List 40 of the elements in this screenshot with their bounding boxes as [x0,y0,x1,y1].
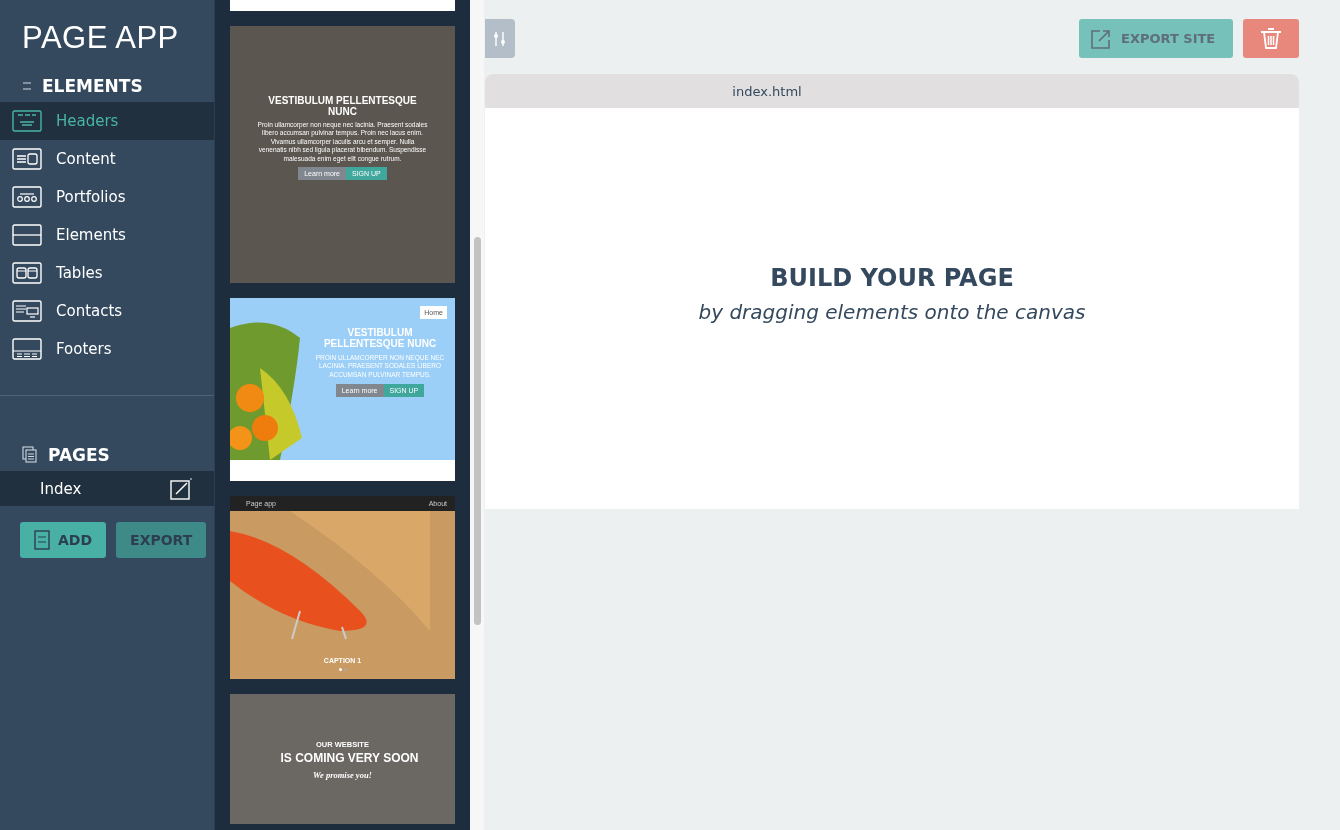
sliders-icon [493,30,507,47]
template-thumbnail[interactable] [230,0,455,11]
template-thumbnail[interactable] [230,26,455,283]
section-title: PAGES [48,445,110,465]
sidebar-item[interactable]: Footers [0,330,214,368]
content-layout-icon [12,148,42,170]
template-tagline: We promise you! [313,770,372,780]
pages-icon [22,446,38,464]
settings-button[interactable] [485,19,515,58]
app-logo: PAGE APP [21,19,180,57]
table-layout-icon [12,262,42,284]
sidebar-item[interactable]: Tables [0,254,214,292]
contact-layout-icon [12,300,42,322]
external-link-icon [1091,28,1111,49]
portfolio-layout-icon [12,186,42,208]
divider-layout-icon [12,224,42,246]
sidebar-item[interactable]: Portfolios [0,178,214,216]
sidebar-item[interactable]: Content [0,140,214,178]
sidebar-item[interactable]: Elements [0,216,214,254]
sidebar-item[interactable]: Contacts [0,292,214,330]
template-heading: VESTIBULUM PELLENTESQUE NUNC [267,96,418,117]
trash-icon [1260,27,1282,50]
page-item[interactable]: Index [0,471,214,506]
slide-dots-icon [338,668,347,671]
canvas-heading: BUILD YOUR PAGE [770,263,1014,292]
canvas-hint: by dragging elements onto the canvas [698,299,1086,324]
scrollbar[interactable] [470,0,484,830]
scrollbar-thumb[interactable] [473,237,481,625]
template-heading: IS COMING VERY SOON [279,751,419,765]
sidebar-item[interactable]: Headers [0,102,214,140]
document-icon [34,530,50,550]
delete-button[interactable] [1243,19,1299,58]
footer-layout-icon [12,338,42,360]
file-name: index.html [732,83,802,99]
edit-page-icon [170,477,192,500]
add-button[interactable]: ADD [20,522,107,558]
section-title: ELEMENTS [42,76,143,96]
list-icon [22,81,32,91]
template-heading: VESTIBULUM PELLENTESQUE NUNC [322,328,438,349]
header-layout-icon [12,110,42,132]
